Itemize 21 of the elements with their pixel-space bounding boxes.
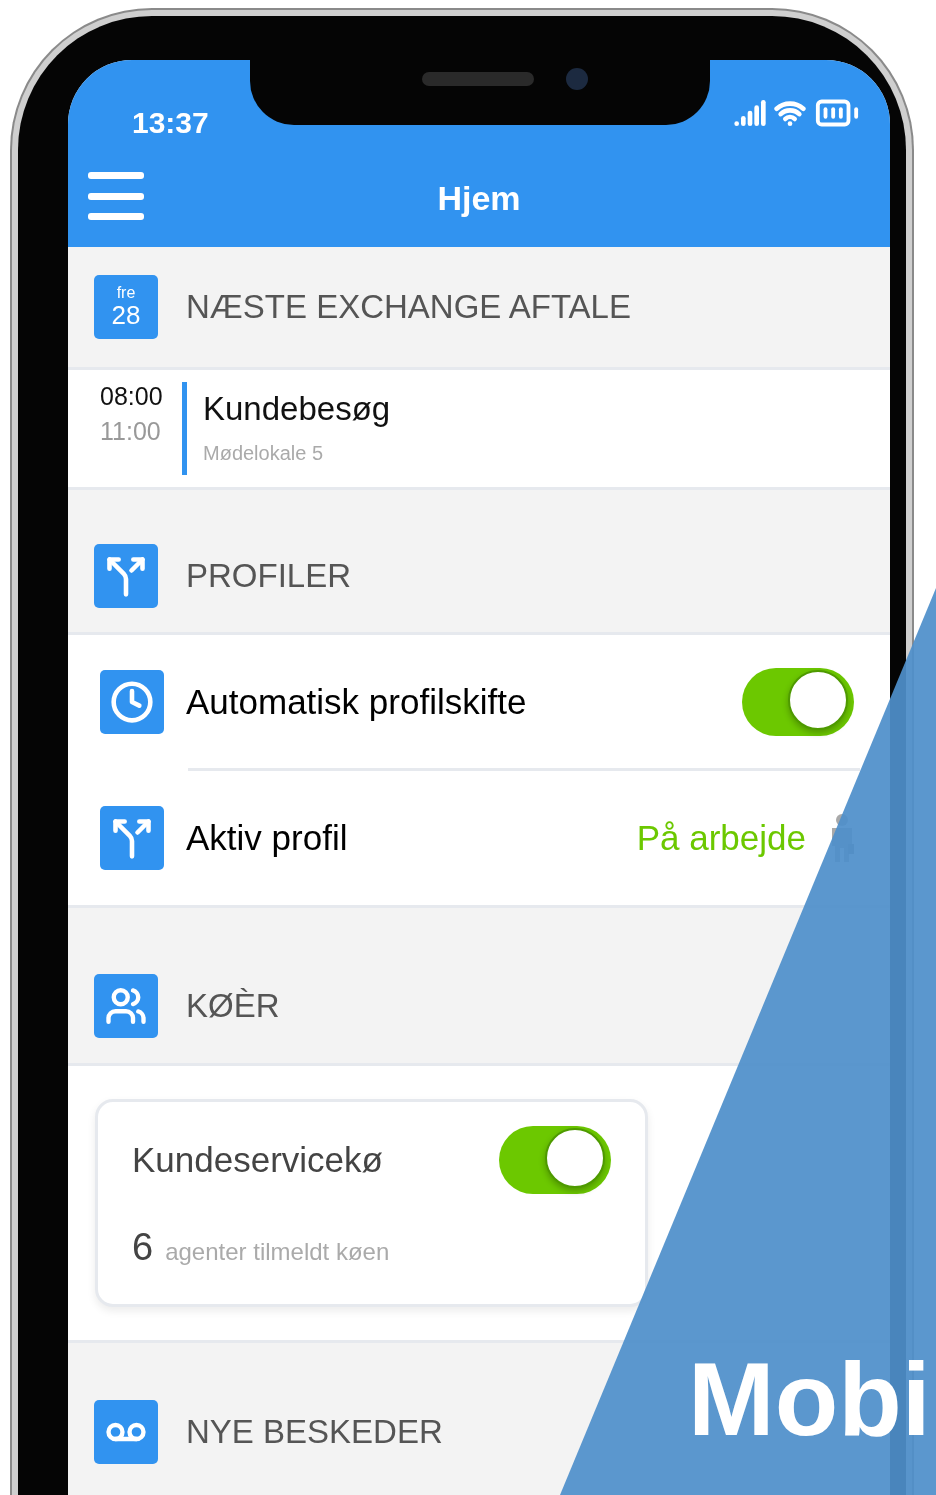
agent-caption: agenter tilmeldt køen: [165, 1238, 390, 1266]
section-title: NÆSTE EXCHANGE AFTALE: [186, 288, 631, 326]
section-title: KØÈR: [186, 986, 280, 1025]
status-time: 13:37: [132, 106, 209, 141]
section-title: NYE BESKEDER: [186, 1412, 443, 1451]
queue-name: Kundeservicekø: [132, 1140, 383, 1180]
split-arrows-icon: [94, 544, 158, 608]
signal-icon: [734, 97, 766, 129]
calendar-date-icon: fre 28: [94, 275, 158, 339]
section-title: PROFILER: [186, 557, 352, 595]
agent-count: 6: [132, 1226, 154, 1269]
users-icon: [94, 973, 158, 1038]
clock-icon: [100, 669, 164, 734]
page-title: Hjem: [437, 179, 521, 218]
split-arrows-icon: [100, 806, 164, 870]
menu-button[interactable]: [88, 172, 144, 220]
voicemail-icon: [94, 1399, 158, 1464]
queue-card[interactable]: Kundeservicekø 6 agenter tilmeldt køen: [95, 1099, 648, 1307]
row-label: Automatisk profilskifte: [186, 681, 528, 722]
row-label: Aktiv profil: [186, 818, 349, 858]
banner-text: Mobi: [688, 1340, 931, 1459]
